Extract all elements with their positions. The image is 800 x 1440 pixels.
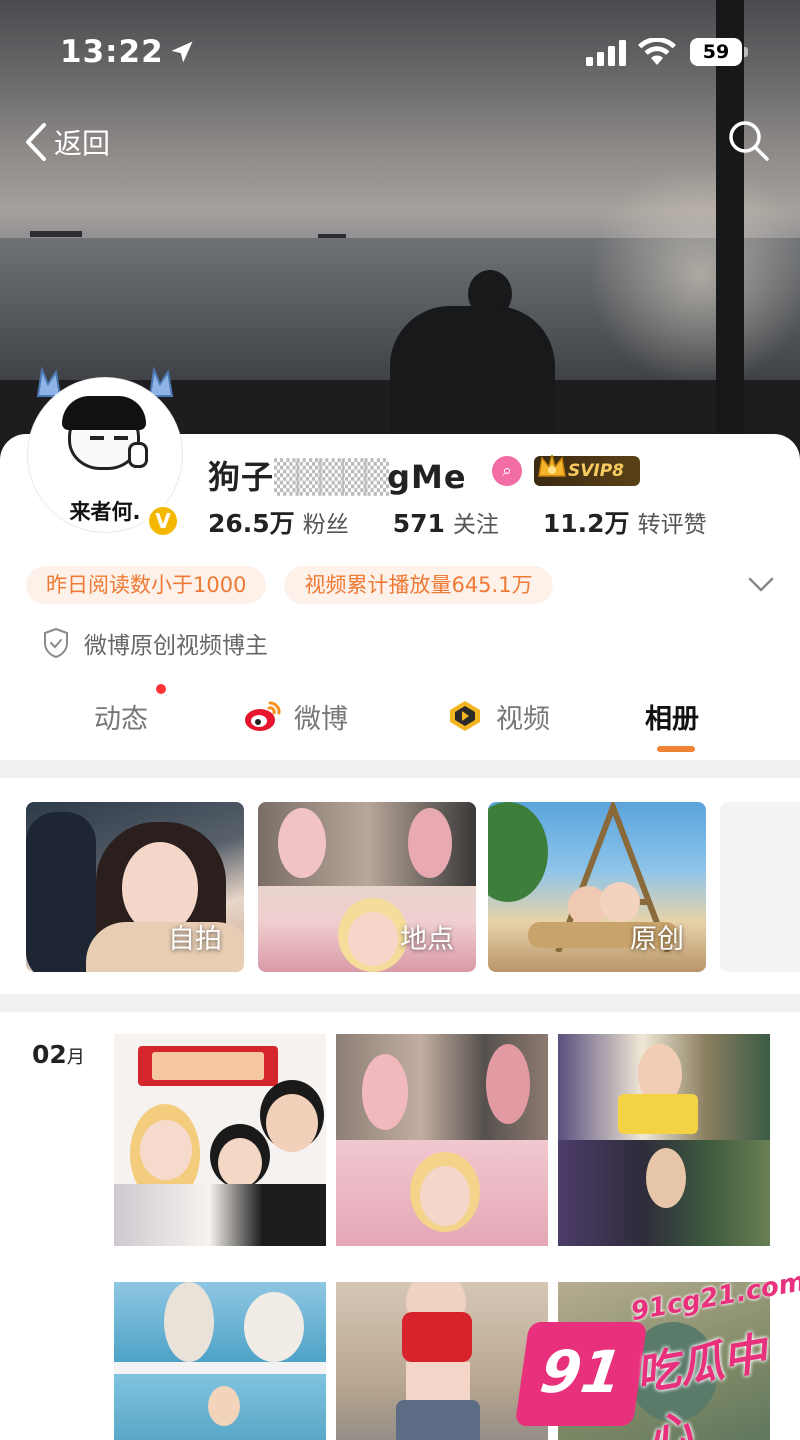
photo-thumbnail[interactable]	[336, 1034, 548, 1246]
battery-indicator: 59	[690, 38, 742, 66]
chevron-down-icon[interactable]	[744, 572, 778, 596]
photo-thumbnail[interactable]	[558, 1034, 770, 1246]
cellular-signal-icon	[586, 40, 626, 66]
svip-badge[interactable]: SVIP8	[534, 454, 640, 486]
stat-value: 11.2万	[542, 509, 630, 538]
stat-value: 571	[392, 509, 445, 538]
active-tab-indicator	[657, 746, 695, 752]
watermark-logo: 91	[514, 1322, 648, 1426]
profile-name-start: 狗子	[208, 458, 275, 496]
weibo-icon	[245, 701, 281, 731]
section-divider	[0, 760, 800, 778]
cover-person-silhouette	[390, 270, 555, 440]
profile-name-obscured: ▒▒▒▒▒	[274, 458, 389, 496]
album-original[interactable]: 原创	[488, 802, 706, 972]
cover-ship	[30, 231, 82, 237]
crown-icon	[538, 454, 566, 477]
section-divider	[0, 994, 800, 1012]
back-label: 返回	[54, 127, 111, 160]
status-time: 13:22	[60, 34, 164, 70]
cover-sun-glow	[590, 160, 800, 390]
profile-page: { "status_bar": {"time": "13:22", "batte…	[0, 0, 800, 1440]
profile-stats: 26.5万 粉丝 571 关注 11.2万 转评赞	[208, 504, 751, 540]
photo-thumbnail[interactable]	[114, 1034, 326, 1246]
stat-following[interactable]: 571 关注	[393, 505, 499, 539]
profile-name: 狗子▒▒▒▒▒gMe	[208, 452, 467, 498]
notification-dot	[156, 684, 166, 694]
tab-weibo[interactable]: 微博	[244, 688, 348, 744]
tab-video[interactable]: 视频	[446, 688, 550, 744]
album-label: 原创	[630, 924, 684, 955]
profile-name-end: gMe	[387, 458, 467, 496]
cover-ship	[318, 234, 346, 238]
tab-label: 微博	[294, 703, 348, 735]
tag-video-plays[interactable]: 视频累计播放量645.1万	[284, 566, 553, 604]
month-label: 02月	[32, 1040, 85, 1069]
shield-check-icon	[44, 627, 68, 659]
stat-interactions[interactable]: 11.2万 转评赞	[543, 504, 707, 540]
tab-album[interactable]: 相册	[645, 688, 699, 744]
watermark-title: 吃瓜中心	[631, 1328, 771, 1440]
stat-value: 26.5万	[208, 509, 295, 538]
svip-label: SVIP8	[568, 461, 625, 481]
album-location[interactable]: 地点	[258, 802, 476, 972]
search-icon[interactable]	[726, 118, 772, 164]
tag-daily-reads[interactable]: 昨日阅读数小于1000	[26, 566, 267, 604]
album-label: 地点	[400, 924, 454, 955]
album-label: 自拍	[168, 924, 222, 955]
creator-badge[interactable]: 微博原创视频博主	[42, 626, 268, 660]
video-icon	[450, 701, 480, 731]
album-selfie[interactable]: 自拍	[26, 802, 244, 972]
chevron-left-icon	[26, 123, 46, 161]
stat-label: 粉丝	[302, 512, 349, 538]
photo-thumbnail[interactable]	[114, 1282, 326, 1440]
wifi-icon	[638, 38, 676, 65]
status-bar: 13:22 59	[0, 0, 800, 100]
profile-tags: 昨日阅读数小于1000 视频累计播放量645.1万	[26, 566, 571, 604]
tab-label: 视频	[496, 703, 550, 735]
verified-badge-icon: V	[146, 504, 180, 538]
month-number: 02	[32, 1040, 67, 1069]
stat-label: 关注	[452, 512, 499, 538]
month-unit: 月	[66, 1047, 85, 1068]
creator-badge-label: 微博原创视频博主	[84, 633, 268, 659]
stat-label: 转评赞	[637, 512, 707, 538]
back-button[interactable]: 返回	[22, 118, 110, 166]
location-arrow-icon	[171, 41, 193, 63]
super-topic-icon[interactable]: ⌕	[492, 456, 522, 486]
tab-dynamics[interactable]: 动态	[94, 688, 148, 744]
watermark: 91 91cg21.com 吃瓜中心	[514, 1267, 800, 1440]
album-more-placeholder[interactable]	[720, 802, 800, 972]
tab-label: 相册	[645, 703, 699, 735]
battery-tip	[744, 47, 748, 57]
tab-label: 动态	[94, 703, 148, 735]
stat-followers[interactable]: 26.5万 粉丝	[208, 504, 349, 540]
